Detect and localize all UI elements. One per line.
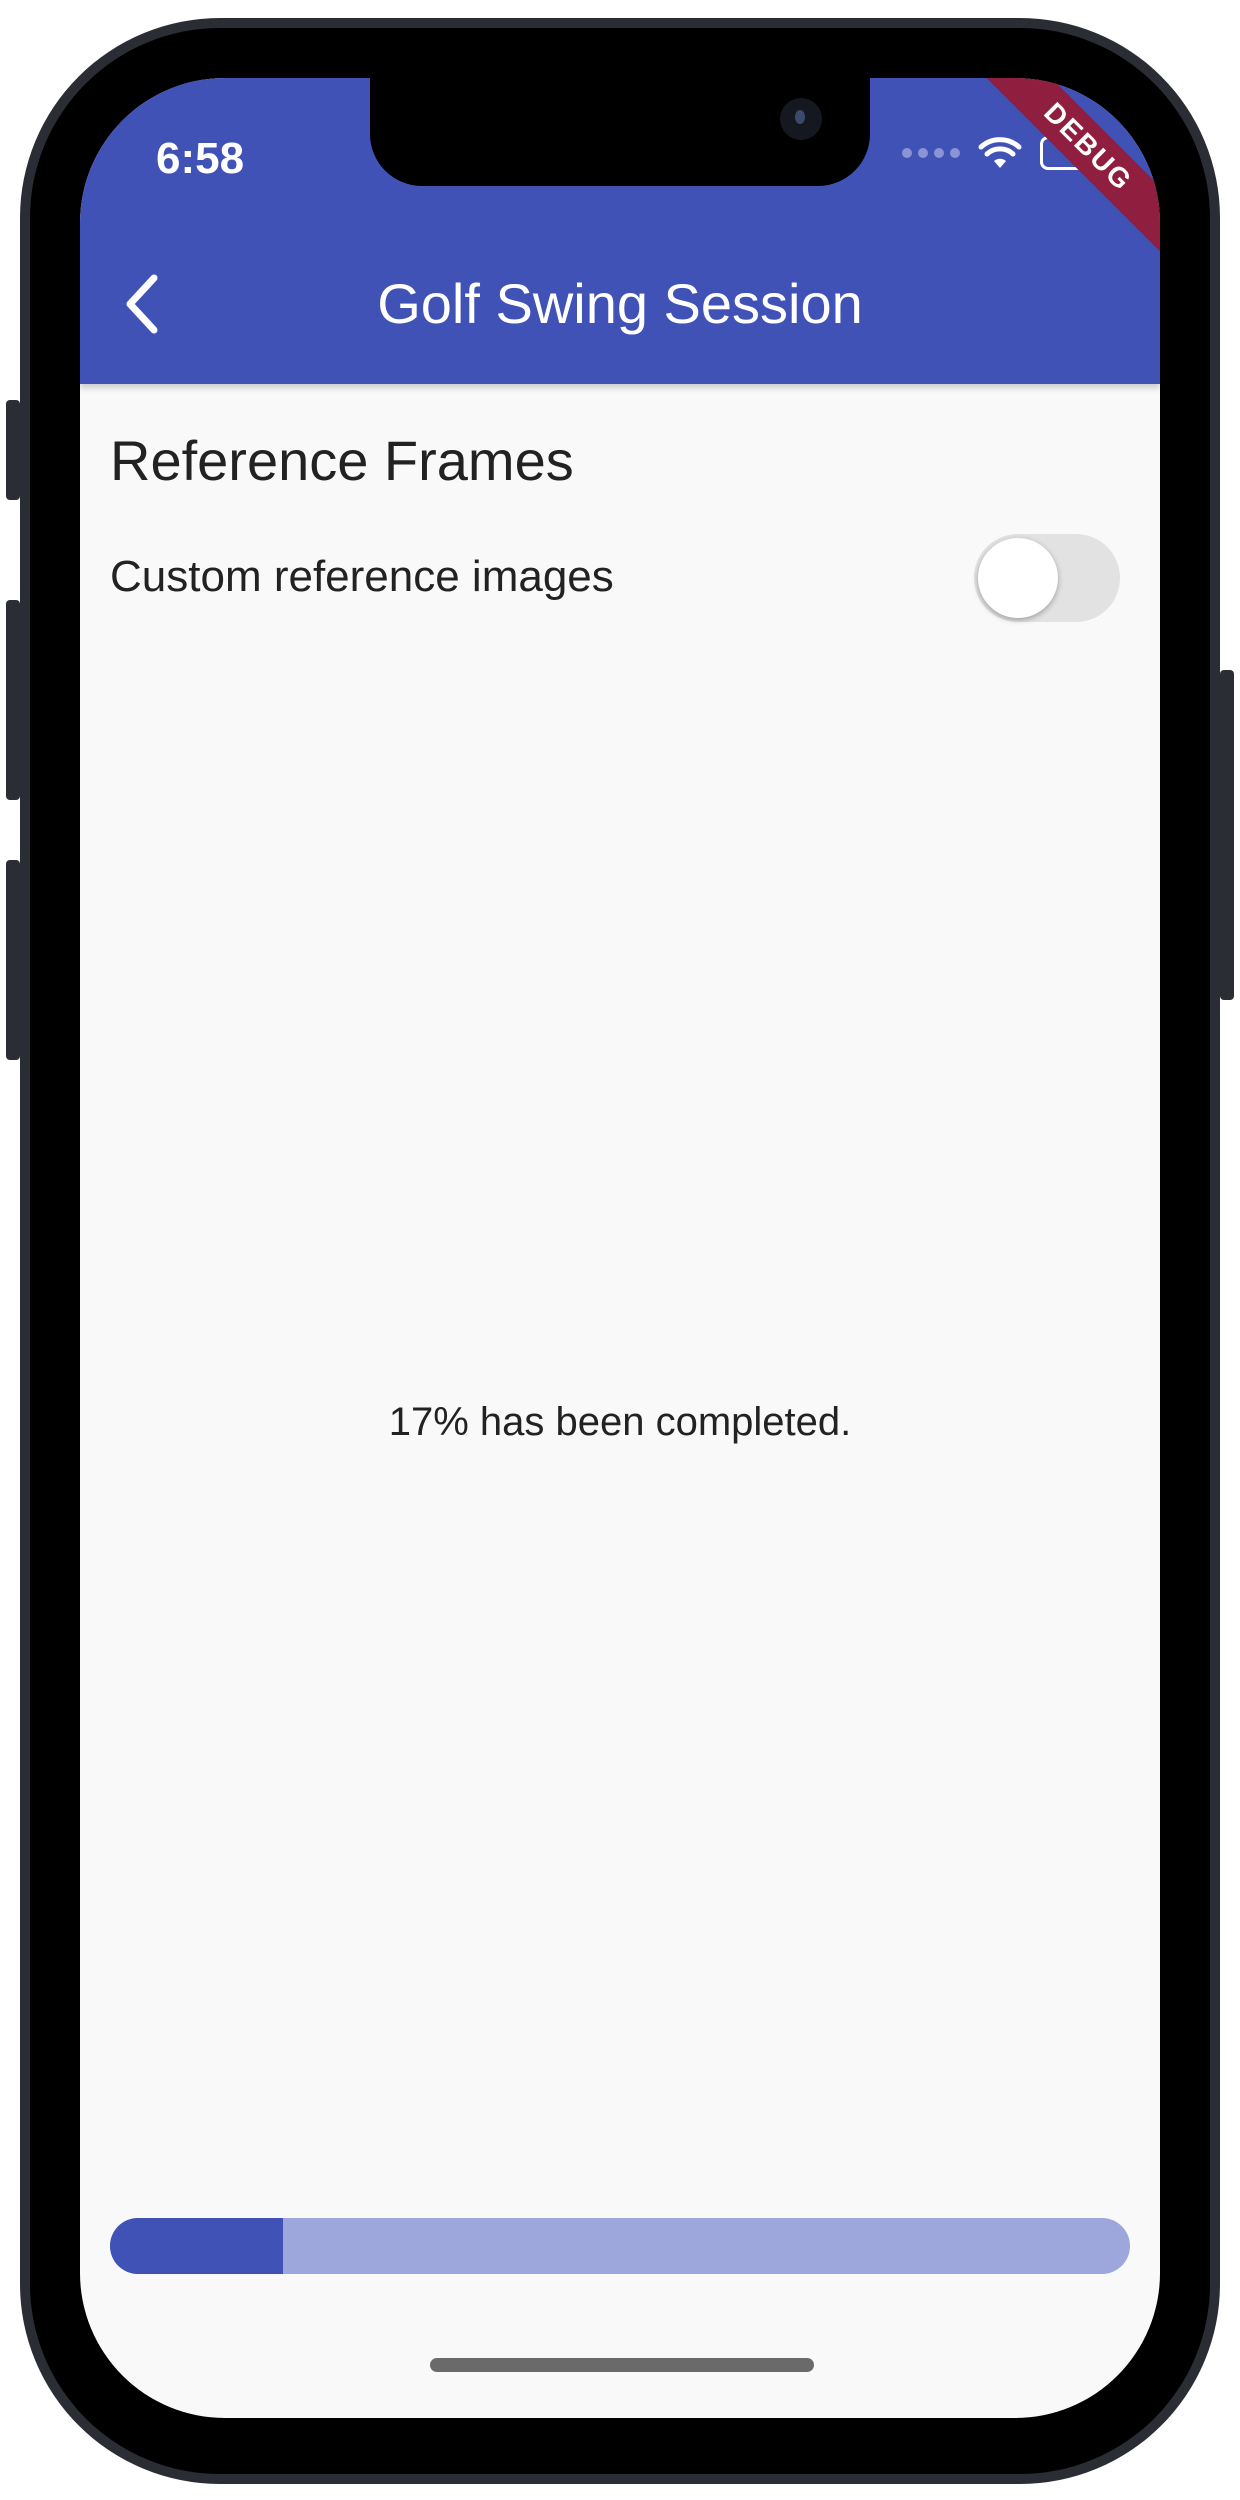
progress-fill bbox=[110, 2218, 284, 2274]
reference-frames-heading: Reference Frames bbox=[110, 429, 574, 492]
volume-down-button bbox=[6, 860, 20, 1060]
notch bbox=[370, 78, 870, 186]
wifi-icon bbox=[978, 137, 1022, 168]
app-screen: 6:58 DEBUG Golf Swing Session Reference … bbox=[80, 78, 1160, 2418]
status-time: 6:58 bbox=[156, 134, 245, 183]
page-title: Golf Swing Session bbox=[377, 272, 863, 335]
app-bar: 6:58 DEBUG Golf Swing Session bbox=[80, 78, 1160, 384]
front-camera bbox=[780, 98, 822, 140]
signal-icon bbox=[902, 148, 960, 158]
toggle-thumb bbox=[978, 538, 1058, 618]
progress-message: 17% has been completed. bbox=[388, 1400, 852, 1444]
progress-bar bbox=[110, 2218, 1130, 2274]
mute-switch bbox=[6, 400, 20, 500]
custom-reference-toggle[interactable] bbox=[974, 532, 1120, 624]
home-indicator[interactable] bbox=[430, 2358, 814, 2372]
volume-up-button bbox=[6, 600, 20, 800]
custom-reference-label: Custom reference images bbox=[110, 552, 614, 601]
power-button bbox=[1220, 670, 1234, 1000]
